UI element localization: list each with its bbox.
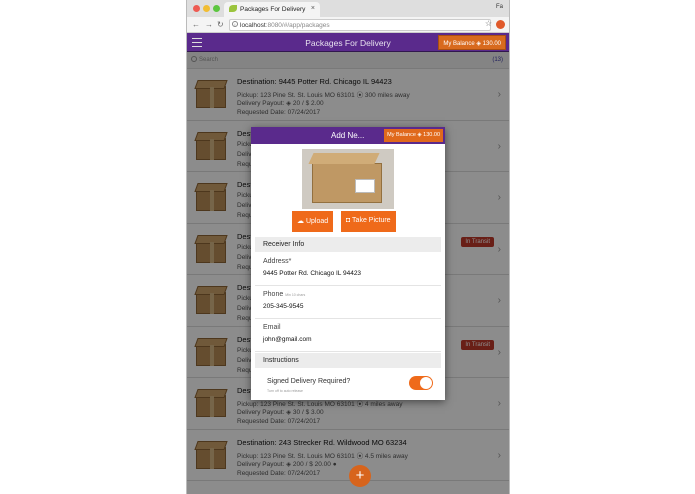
tab-close-icon[interactable]: × (311, 5, 315, 12)
take-picture-button[interactable]: ◘ Take Picture (341, 211, 396, 232)
info-icon[interactable]: i (232, 21, 238, 27)
signed-delivery-toggle[interactable] (409, 376, 433, 390)
url-input[interactable]: i localhost:8080/#/app/packages (229, 19, 491, 31)
forward-icon[interactable]: → (205, 20, 213, 29)
address-bar-row: ← → ↻ i localhost:8080/#/app/packages ☆ (187, 17, 509, 33)
email-label: Email (263, 324, 281, 331)
browser-tab-strip: Packages For Delivery × Fa (187, 0, 509, 17)
tab-title: Packages For Delivery (240, 6, 306, 13)
address-label: Address* (263, 258, 292, 265)
url-path: :8080/#/app/packages (265, 22, 330, 29)
browser-tab[interactable]: Packages For Delivery × (224, 2, 320, 17)
address-input[interactable]: 9445 Potter Rd. Chicago IL 94423 (263, 270, 441, 277)
bookmark-star-icon[interactable]: ☆ (485, 19, 492, 28)
phone-hint: Min 10 chars (285, 293, 306, 297)
close-window-icon[interactable] (193, 5, 200, 12)
signed-delivery-row: Signed Delivery Required? Turn off to au… (255, 371, 441, 400)
url-host: localhost (240, 22, 266, 29)
package-photo (302, 149, 394, 209)
instructions-heading: Instructions (255, 353, 441, 368)
phone-label: Phone Min 10 chars (263, 291, 306, 298)
add-package-modal: Add Ne... My Balance ◈ 130.00 ☁ Upload ◘… (251, 127, 445, 400)
back-icon[interactable]: ← (192, 20, 200, 29)
maximize-window-icon[interactable] (213, 5, 220, 12)
profile-label[interactable]: Fa (496, 4, 503, 10)
upload-button[interactable]: ☁ Upload (292, 211, 334, 232)
email-input[interactable]: john@gmail.com (263, 336, 441, 343)
modal-balance-badge[interactable]: My Balance ◈ 130.00 (384, 129, 443, 142)
minimize-window-icon[interactable] (203, 5, 210, 12)
extension-icon[interactable] (496, 20, 505, 29)
phone-field[interactable]: Phone Min 10 chars 205-345-9545 (255, 286, 441, 319)
email-field[interactable]: Email john@gmail.com (255, 319, 441, 352)
receiver-info-heading: Receiver Info (255, 237, 441, 252)
modal-title: Add Ne... (331, 131, 365, 140)
modal-header: Add Ne... My Balance ◈ 130.00 (251, 127, 445, 144)
reload-icon[interactable]: ↻ (217, 20, 224, 29)
app-header: Packages For Delivery My Balance ◈ 130.0… (187, 33, 509, 52)
phone-input[interactable]: 205-345-9545 (263, 303, 441, 310)
favicon-icon (229, 5, 237, 12)
address-field[interactable]: Address* 9445 Potter Rd. Chicago IL 9442… (255, 253, 441, 286)
add-package-button[interactable]: + (349, 465, 371, 487)
balance-badge[interactable]: My Balance ◈ 130.00 (438, 35, 506, 50)
